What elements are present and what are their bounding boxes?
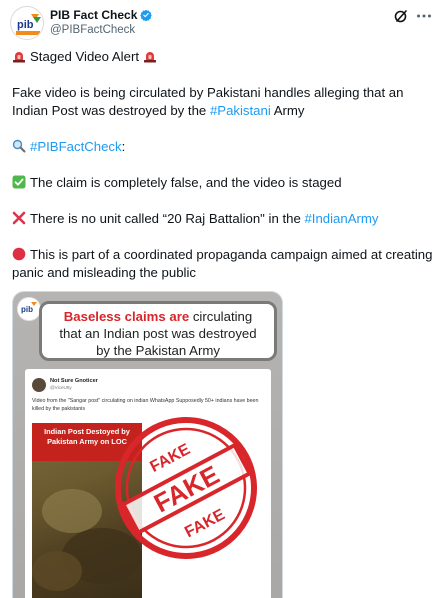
more-options-icon[interactable] (415, 7, 433, 25)
check-mark-icon (12, 175, 26, 189)
account-handle[interactable]: @PIBFactCheck (50, 24, 135, 36)
red-circle-icon (12, 247, 26, 261)
tweet-line-7: This is part of a coordinated propaganda… (12, 247, 433, 280)
magnifying-glass-icon (12, 139, 26, 153)
baseless-claims-banner: Baseless claims are circulating that an … (39, 301, 277, 361)
pib-avatar[interactable]: pib (10, 6, 44, 40)
tweet-line-6: There is no unit called “20 Raj Battalio… (12, 210, 379, 228)
hashtag-pibfactcheck[interactable]: #PIBFactCheck (30, 139, 122, 154)
siren-icon (13, 52, 25, 63)
tweet-line-5: The claim is completely false, and the v… (12, 174, 342, 192)
svg-text:pib: pib (21, 305, 33, 314)
tweet-media-image[interactable]: pib Baseless claims are circulating that… (12, 291, 283, 598)
tweet-line-3: Indian Post was destroyed by the #Pakist… (12, 103, 305, 118)
fake-stamp: FAKE FAKE FAKE (115, 417, 257, 559)
embedded-avatar (32, 378, 46, 392)
tweet-line-alert: Staged Video Alert (12, 48, 157, 66)
siren-icon (144, 52, 157, 63)
tweet-line-4: #PIBFactCheck: (12, 138, 125, 156)
embedded-text: Video from the "Sangar post" circulating… (32, 398, 259, 412)
cross-mark-icon (12, 211, 26, 225)
tweet-line-1: Staged Video Alert (30, 49, 140, 64)
tweet-header: pib PIB Fact Check @PIBFactCheck (10, 6, 433, 40)
display-name[interactable]: PIB Fact Check (50, 8, 137, 22)
pib-logo-watermark: pib (17, 297, 41, 321)
hashtag-pakistani[interactable]: #Pakistani (210, 103, 271, 118)
embedded-name: Not Sure Gnoticer (50, 378, 98, 384)
grok-icon[interactable] (393, 8, 409, 24)
verified-badge-icon (140, 9, 153, 21)
embedded-handle: @ViceUtty (50, 385, 72, 390)
tweet-line-2: Fake video is being circulated by Pakist… (12, 85, 404, 100)
hashtag-indianarmy[interactable]: #IndianArmy (304, 211, 378, 226)
svg-text:pib: pib (17, 19, 34, 31)
